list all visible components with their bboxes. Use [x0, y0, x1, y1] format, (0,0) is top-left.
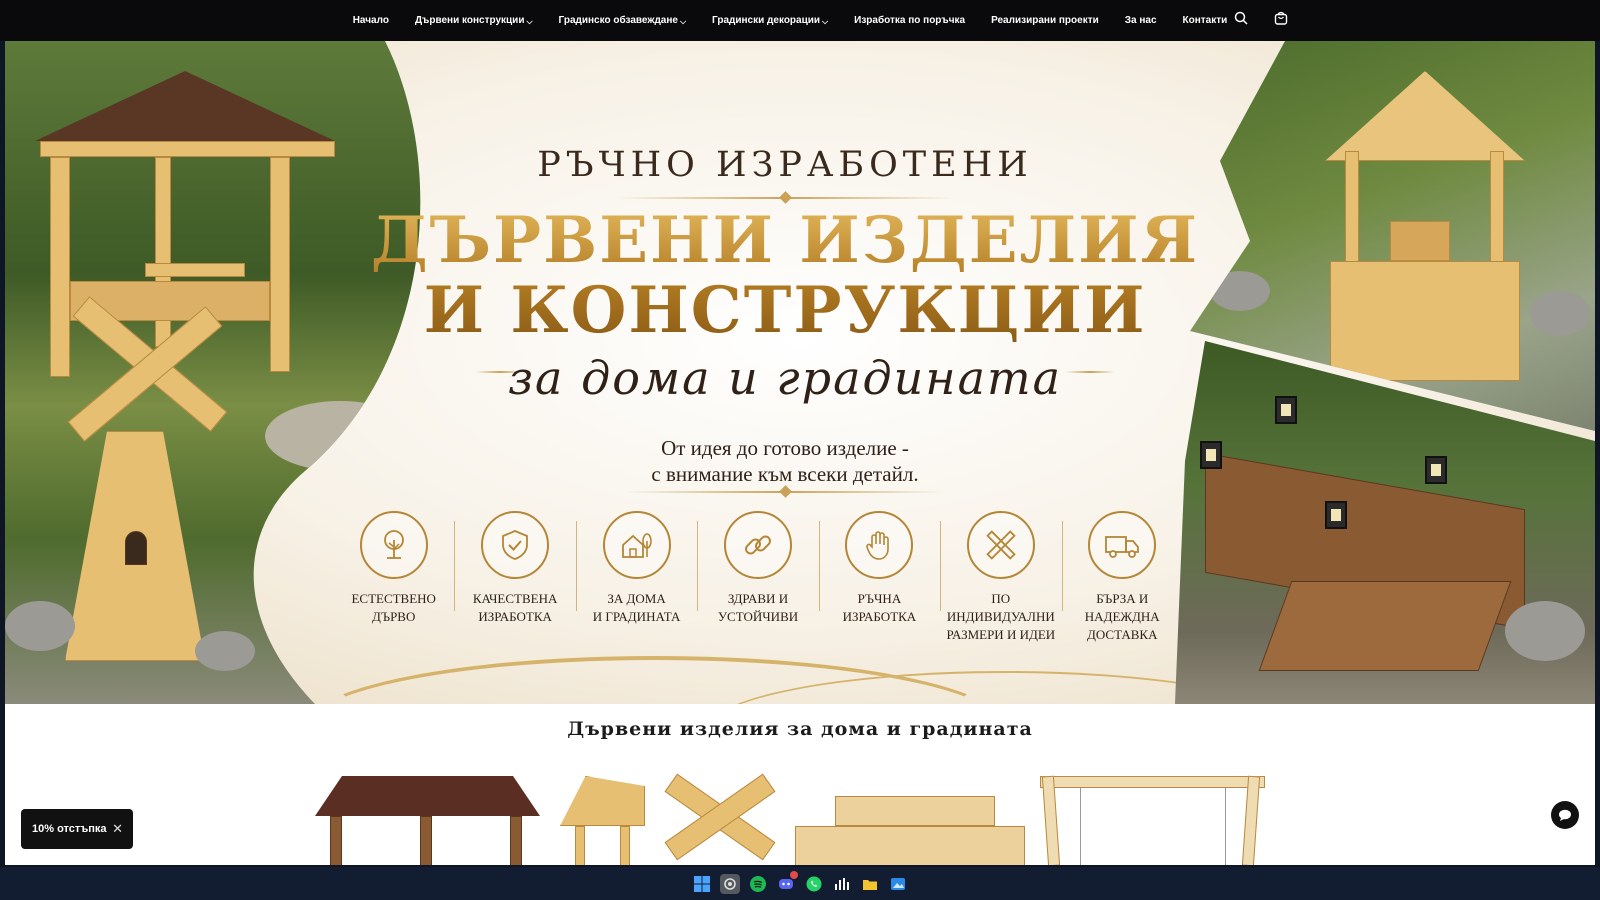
well-roof	[1325, 71, 1525, 161]
hero-banner: РЪЧНО ИЗРАБОТЕНИ ДЪРВЕНИ ИЗДЕЛИЯ И КОНСТ…	[5, 41, 1595, 704]
nav-item-wooden-constructions[interactable]: Дървени конструкции ⌵	[415, 15, 533, 26]
hand-icon	[845, 511, 914, 579]
hero-script-line: за дома и градината	[507, 351, 1063, 405]
hero-tagline: От идея до готово изделие - с внимание к…	[305, 435, 1265, 487]
feature-natural-wood: ЕСТЕСТВЕНО ДЪРВО	[333, 511, 454, 651]
file-explorer-icon[interactable]	[860, 874, 880, 894]
lantern	[1425, 456, 1447, 484]
photos-icon[interactable]	[888, 874, 908, 894]
nav-menu: Начало Дървени конструкции ⌵ Градинско об…	[353, 15, 1228, 26]
garden-stone	[5, 601, 75, 651]
lantern	[1325, 501, 1347, 529]
discount-popup[interactable]: 10% отстъпка ✕	[21, 809, 133, 849]
page-content: РЪЧНО ИЗРАБОТЕНИ ДЪРВЕНИ ИЗДЕЛИЯ И КОНСТ…	[5, 41, 1595, 865]
section-title: Дървени изделия за дома и градината	[567, 718, 1033, 740]
tagline-line2: с внимание към всеки детайл.	[651, 462, 919, 486]
link-icon	[723, 511, 792, 579]
nav-item-about[interactable]: За нас	[1125, 15, 1157, 26]
hero-title: ДЪРВЕНИ ИЗДЕЛИЯ И КОНСТРУКЦИИ	[305, 206, 1265, 346]
tagline-line1: От идея до готово изделие -	[661, 436, 909, 460]
shield-check-icon	[481, 511, 550, 579]
nav-item-label: Реализирани проекти	[991, 15, 1099, 26]
top-navigation: Начало Дървени конструкции ⌵ Градинско об…	[0, 0, 1600, 41]
nav-item-label: Дървени конструкции	[414, 15, 525, 26]
gazebo-post	[270, 157, 290, 372]
cart-icon[interactable]	[1270, 7, 1292, 29]
gazebo-post	[50, 157, 70, 377]
ornament-diamond	[779, 485, 792, 498]
feature-label: РЪЧНА ИЗРАБОТКА	[842, 591, 917, 624]
garden-stone	[1530, 291, 1590, 336]
nav-item-projects[interactable]: Реализирани проекти	[991, 15, 1099, 26]
nav-item-label: Начало	[352, 15, 389, 26]
garden-stone	[195, 631, 255, 671]
nav-item-label: Градинско обзавеждане	[558, 15, 678, 26]
feature-delivery: БЪРЗА И НАДЕЖДНА ДОСТАВКА	[1061, 511, 1183, 651]
feature-quality: КАЧЕСТВЕНА ИЗРАБОТКА	[454, 511, 575, 651]
lantern	[1275, 396, 1297, 424]
well-post	[1345, 151, 1359, 271]
feature-handmade: РЪЧНА ИЗРАБОТКА	[818, 511, 940, 651]
nav-item-label: Изработка по поръчка	[854, 15, 966, 26]
tree-icon	[359, 511, 428, 579]
gazebo-roof	[35, 71, 335, 141]
nav-item-custom-orders[interactable]: Изработка по поръчка	[854, 15, 965, 26]
nav-item-label: За нас	[1124, 15, 1157, 26]
nav-item-garden-decorations[interactable]: Градински декорации ⌵	[712, 15, 828, 26]
chat-bubble-icon	[1559, 809, 1571, 821]
discount-label: 10% отстъпка	[32, 823, 107, 835]
windows-start-icon[interactable]	[692, 874, 712, 894]
chat-button[interactable]	[1551, 801, 1579, 829]
nav-item-contacts[interactable]: Контакти	[1183, 15, 1228, 26]
nav-item-garden-furniture[interactable]: Градинско обзавеждане ⌵	[559, 15, 687, 26]
feature-label: ЗДРАВИ И УСТОЙЧИВИ	[717, 591, 799, 624]
nav-actions	[1230, 7, 1292, 29]
os-taskbar	[0, 867, 1600, 900]
well-base	[1330, 261, 1520, 381]
discord-icon[interactable]	[776, 870, 798, 894]
feature-label: ПО ИНДИВИДУАЛНИ РАЗМЕРИ И ИДЕИ	[946, 591, 1056, 642]
well-bucket	[1390, 221, 1450, 261]
chevron-down-icon: ⌵	[526, 16, 533, 26]
feature-durable: ЗДРАВИ И УСТОЙЧИВИ	[697, 511, 818, 651]
ruler-pencil-icon	[966, 511, 1035, 579]
truck-icon	[1088, 511, 1157, 579]
product-windmill[interactable]	[660, 773, 780, 865]
chevron-down-icon: ⌵	[679, 16, 687, 26]
hero-title-line2: И КОНСТРУКЦИИ	[423, 273, 1147, 348]
hero-pretitle: РЪЧНО ИЗРАБОТЕНИ	[537, 145, 1033, 185]
product-bench[interactable]	[795, 796, 1025, 865]
gazebo-table	[145, 263, 245, 277]
house-tree-icon	[602, 511, 671, 579]
gazebo-beam	[40, 141, 335, 157]
bridge-deck	[1258, 581, 1512, 671]
feature-custom-sizes: ПО ИНДИВИДУАЛНИ РАЗМЕРИ И ИДЕИ	[940, 511, 1061, 651]
hero-title-line1: ДЪРВЕНИ ИЗДЕЛИЯ	[370, 203, 1200, 278]
feature-label: ЕСТЕСТВЕНО ДЪРВО	[351, 591, 436, 624]
product-swing[interactable]	[1040, 775, 1265, 865]
spotify-icon[interactable]	[748, 874, 768, 894]
feature-home-garden: ЗА ДОМА И ГРАДИНАТА	[575, 511, 697, 651]
screen-record-icon[interactable]	[720, 873, 740, 894]
product-well[interactable]	[550, 776, 650, 865]
garden-stone	[1505, 601, 1585, 661]
feature-label: БЪРЗА И НАДЕЖДНА ДОСТАВКА	[1084, 591, 1160, 642]
product-previews	[305, 756, 1295, 865]
search-icon[interactable]	[1230, 7, 1252, 29]
close-icon[interactable]: ✕	[112, 821, 123, 837]
well-post	[1490, 151, 1504, 271]
whatsapp-icon[interactable]	[804, 874, 824, 894]
chevron-down-icon: ⌵	[822, 16, 829, 26]
feature-label: КАЧЕСТВЕНА ИЗРАБОТКА	[472, 591, 558, 624]
nav-item-home[interactable]: Начало	[353, 15, 389, 26]
features-row: ЕСТЕСТВЕНО ДЪРВО КАЧЕСТВЕНА ИЗРАБОТКА ЗА…	[333, 511, 1183, 651]
ornament-diamond	[779, 191, 792, 204]
notification-badge	[790, 870, 798, 879]
nav-item-label: Градински декорации	[712, 15, 821, 26]
nav-item-label: Контакти	[1182, 15, 1228, 26]
feature-label: ЗА ДОМА И ГРАДИНАТА	[592, 591, 681, 624]
product-gazebo[interactable]	[315, 776, 540, 865]
windmill-window	[125, 531, 147, 565]
audio-icon[interactable]	[832, 874, 852, 894]
